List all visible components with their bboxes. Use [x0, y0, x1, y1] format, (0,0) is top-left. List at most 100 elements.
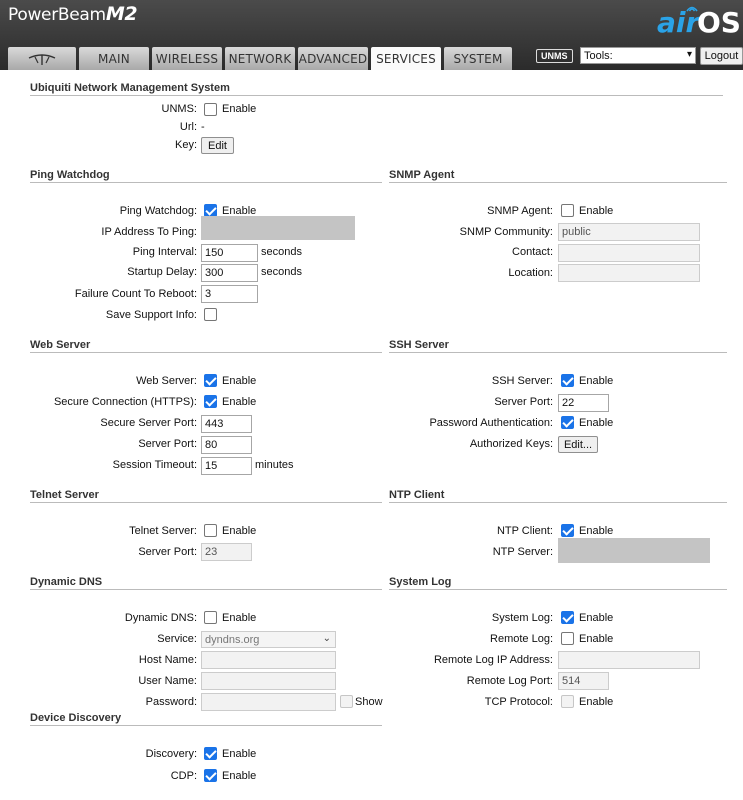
password-input[interactable]	[201, 693, 336, 711]
secure-server-port-input[interactable]: 443	[201, 415, 252, 433]
tab-wireless[interactable]: WIRELESS	[152, 47, 222, 70]
logout-button[interactable]: Logout	[700, 47, 743, 65]
section-title-unms: Ubiquiti Network Management System	[30, 82, 723, 96]
service-select-value: dyndns.org	[205, 633, 260, 646]
ssh-server-checkbox[interactable]	[561, 374, 574, 387]
section-title-ntp-client: NTP Client	[389, 489, 727, 503]
web-server-port-label: Server Port:	[138, 438, 197, 450]
web-server-port-input[interactable]: 80	[201, 436, 252, 454]
system-log-enable-text: Enable	[579, 612, 614, 624]
section-title-ping-watchdog: Ping Watchdog	[30, 169, 382, 183]
ntp-server-input-redacted[interactable]	[558, 538, 710, 563]
unms-badge-label: UNMS	[541, 51, 568, 61]
snmp-agent-enable-text: Enable	[579, 205, 614, 217]
snmp-community-label: SNMP Community:	[459, 226, 553, 238]
discovery-checkbox[interactable]	[204, 747, 217, 760]
tab-network-label: NETWORK	[228, 51, 292, 66]
session-timeout-input[interactable]: 15	[201, 457, 252, 475]
password-authentication-label: Password Authentication:	[429, 417, 553, 429]
show-password-text: Show	[355, 696, 383, 708]
section-title-device-discovery: Device Discovery	[30, 712, 382, 726]
remote-log-checkbox[interactable]	[561, 632, 574, 645]
ssh-server-label: SSH Server:	[491, 375, 553, 387]
tab-network[interactable]: NETWORK	[225, 47, 295, 70]
authorized-keys-edit-button[interactable]: Edit...	[558, 436, 598, 453]
location-input[interactable]	[558, 264, 700, 282]
telnet-server-label: Telnet Server:	[129, 525, 197, 537]
host-name-label: Host Name:	[138, 654, 197, 666]
remote-log-port-input[interactable]: 514	[558, 672, 609, 690]
host-name-input[interactable]	[201, 651, 336, 669]
unms-checkbox[interactable]	[204, 103, 217, 116]
session-timeout-label: Session Timeout:	[112, 459, 197, 471]
ntp-server-label: NTP Server:	[492, 546, 553, 558]
key-edit-button[interactable]: Edit	[201, 137, 234, 154]
tcp-protocol-label: TCP Protocol:	[484, 696, 553, 708]
telnet-server-checkbox[interactable]	[204, 524, 217, 537]
tab-system[interactable]: SYSTEM	[444, 47, 512, 70]
ssh-server-enable-text: Enable	[579, 375, 614, 387]
failure-count-label: Failure Count To Reboot:	[74, 288, 197, 300]
contact-input[interactable]	[558, 244, 700, 262]
tab-ubiquiti-logo[interactable]	[8, 47, 76, 70]
tools-select-value: Tools:	[584, 49, 613, 62]
cdp-checkbox[interactable]	[204, 769, 217, 782]
unms-badge[interactable]: UNMS	[536, 49, 573, 63]
service-select[interactable]: dyndns.org ⌄	[201, 631, 336, 648]
tab-advanced-label: ADVANCED	[298, 51, 368, 66]
authorized-keys-edit-label: Edit...	[563, 438, 593, 451]
session-timeout-unit: minutes	[255, 459, 294, 471]
system-log-checkbox[interactable]	[561, 611, 574, 624]
ping-interval-input[interactable]: 150	[201, 244, 258, 262]
tab-services[interactable]: SERVICES	[371, 47, 441, 70]
airos-os: OS	[697, 6, 741, 39]
dynamic-dns-checkbox[interactable]	[204, 611, 217, 624]
startup-delay-input[interactable]: 300	[201, 264, 258, 282]
tab-main-label: MAIN	[98, 51, 130, 66]
system-log-label: System Log:	[491, 612, 553, 624]
ntp-client-checkbox[interactable]	[561, 524, 574, 537]
key-edit-label: Edit	[208, 139, 227, 152]
snmp-agent-checkbox[interactable]	[561, 204, 574, 217]
snmp-community-input[interactable]: public	[558, 223, 700, 241]
telnet-server-port-input[interactable]: 23	[201, 543, 252, 561]
web-server-checkbox[interactable]	[204, 374, 217, 387]
https-checkbox[interactable]	[204, 395, 217, 408]
tcp-protocol-checkbox[interactable]	[561, 695, 574, 708]
web-server-label: Web Server:	[136, 375, 197, 387]
brand-logo: PowerBeamM2	[8, 3, 138, 25]
https-enable-text: Enable	[222, 396, 257, 408]
remote-log-ip-input[interactable]	[558, 651, 700, 669]
password-authentication-enable-text: Enable	[579, 417, 614, 429]
service-label: Service:	[157, 633, 197, 645]
tab-services-label: SERVICES	[376, 51, 436, 66]
password-label: Password:	[145, 696, 197, 708]
user-name-label: User Name:	[138, 675, 197, 687]
ssh-server-port-input[interactable]: 22	[558, 394, 609, 412]
failure-count-input[interactable]: 3	[201, 285, 258, 303]
dynamic-dns-enable-text: Enable	[222, 612, 257, 624]
contact-label: Contact:	[512, 246, 553, 258]
ip-address-to-ping-input-redacted[interactable]	[201, 216, 355, 240]
save-support-info-checkbox[interactable]	[204, 308, 217, 321]
remote-log-label: Remote Log:	[490, 633, 553, 645]
main-tabs: MAIN WIRELESS NETWORK ADVANCED SERVICES …	[8, 47, 512, 70]
ntp-client-enable-text: Enable	[579, 525, 614, 537]
user-name-input[interactable]	[201, 672, 336, 690]
tools-select[interactable]: Tools: ▾	[580, 47, 696, 64]
tab-main[interactable]: MAIN	[79, 47, 149, 70]
ping-interval-label: Ping Interval:	[132, 246, 197, 258]
header-bar: PowerBeamM2 air OS MAIN WIRELESS NETWORK…	[0, 0, 743, 70]
chevron-down-icon: ⌄	[322, 633, 331, 644]
password-authentication-checkbox[interactable]	[561, 416, 574, 429]
https-label: Secure Connection (HTTPS):	[53, 396, 197, 408]
remote-log-port-label: Remote Log Port:	[466, 675, 553, 687]
ping-watchdog-label: Ping Watchdog:	[119, 205, 197, 217]
tab-advanced[interactable]: ADVANCED	[298, 47, 368, 70]
services-content: Ubiquiti Network Management System UNMS:…	[0, 70, 743, 800]
startup-delay-unit: seconds	[261, 266, 302, 278]
chevron-down-icon: ▾	[686, 49, 692, 60]
show-password-checkbox[interactable]	[340, 695, 353, 708]
web-server-enable-text: Enable	[222, 375, 257, 387]
ip-address-to-ping-label: IP Address To Ping:	[101, 226, 197, 238]
